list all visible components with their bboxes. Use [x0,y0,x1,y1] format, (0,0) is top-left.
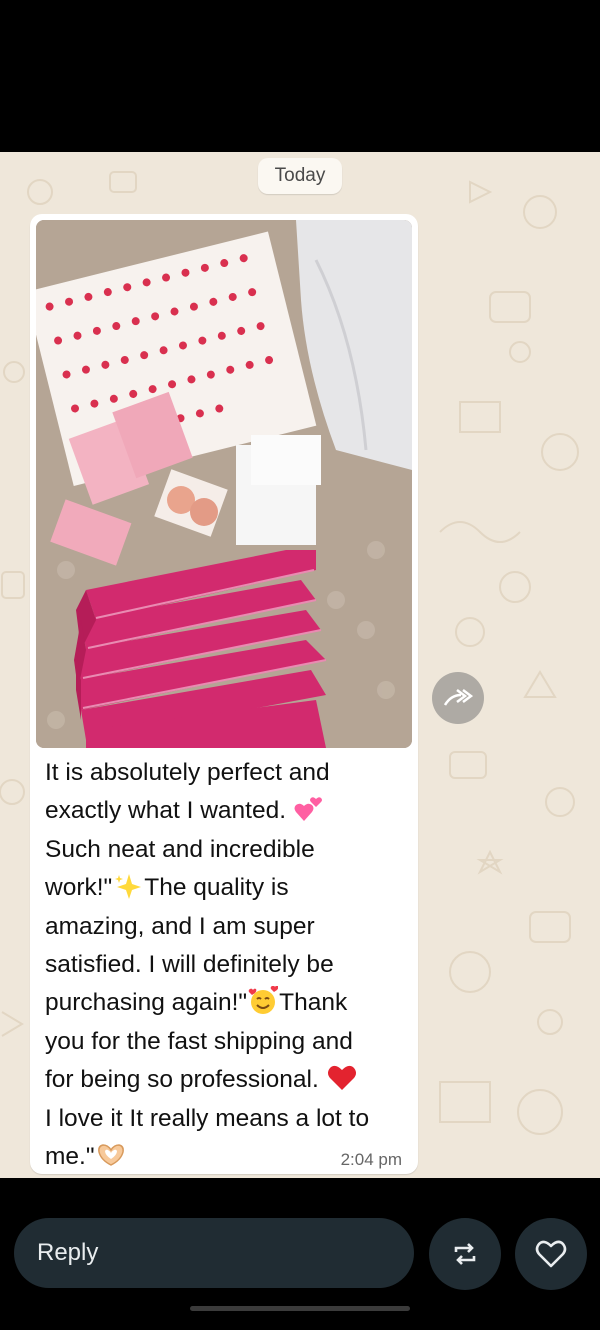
message-text-segment: me." [45,1143,95,1171]
message-text-segment: I love it It really means a lot to [45,1104,370,1132]
message-text-segment: you for the fast shipping and [45,1027,353,1055]
like-button[interactable] [515,1218,587,1290]
heart-outline-icon [535,1240,567,1268]
photo-illustration [36,220,412,748]
bottom-bar: Reply [0,1178,600,1330]
repost-button[interactable] [429,1218,501,1290]
sparkles-emoji [113,871,143,901]
message-text: It is absolutely perfect and exactly what… [45,754,405,1176]
repost-icon [454,1243,476,1265]
smiling-face-with-hearts-emoji [248,986,279,1016]
message-photo[interactable] [36,220,412,748]
message-text-segment: satisfied. I will definitely be [45,951,334,979]
reply-input[interactable]: Reply [14,1218,414,1288]
message-text-segment: work!" [45,874,113,902]
message-timestamp: 2:04 pm [340,1150,402,1169]
top-black-bar [0,0,600,152]
red-heart-emoji [327,1063,357,1093]
message-text-segment: Thank [279,989,348,1017]
message-text-segment: It is absolutely perfect and [45,759,330,786]
chat-area[interactable]: Today It is absolutely perfect and exact… [0,152,600,1178]
date-chip: Today [258,158,342,194]
message-text-segment: amazing, and I am super [45,912,315,940]
two-hearts-emoji [294,794,324,824]
message-text-segment: purchasing again!" [45,989,248,1017]
home-indicator[interactable] [190,1306,410,1311]
forward-icon [443,689,473,706]
heart-hands-emoji [96,1140,126,1170]
message-text-segment: The quality is [144,874,289,902]
forward-button[interactable] [432,672,484,724]
message-text-segment: Such neat and incredible [45,835,315,863]
message-text-segment: exactly what I wanted. [45,797,293,825]
message-text-segment: for being so professional. [45,1066,326,1094]
message-bubble[interactable]: It is absolutely perfect and exactly what… [30,214,418,1174]
reply-label: Reply [37,1239,99,1266]
